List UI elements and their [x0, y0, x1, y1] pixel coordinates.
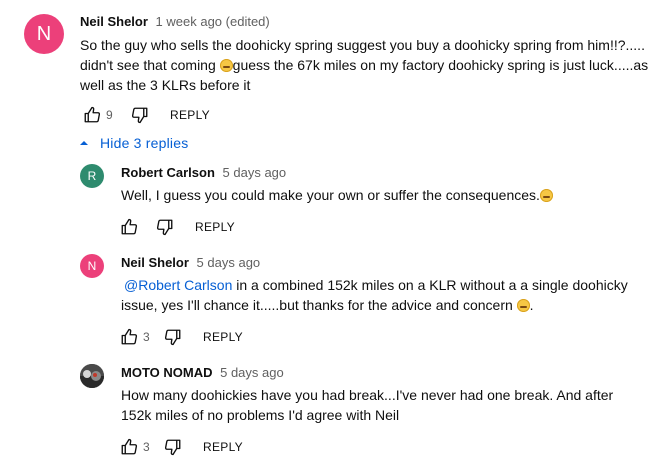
thumbs-down-icon [164, 439, 181, 456]
thumbs-up-icon [121, 218, 138, 235]
grinning-emoji-icon [539, 189, 553, 202]
hide-replies-button[interactable]: Hide 3 replies [78, 133, 188, 153]
thumbs-up-icon [84, 106, 101, 123]
timestamp[interactable]: 5 days ago [220, 365, 284, 380]
reply-button[interactable]: REPLY [195, 220, 235, 234]
laughing-emoji-icon [219, 59, 233, 72]
like-button[interactable] [117, 435, 141, 459]
comment-text: How many doohickies have you had break..… [121, 387, 614, 423]
like-count: 3 [143, 440, 150, 454]
dislike-button[interactable] [161, 435, 185, 459]
timestamp[interactable]: 5 days ago [197, 255, 261, 270]
author-name[interactable]: Robert Carlson [121, 165, 215, 180]
dislike-button[interactable] [153, 215, 177, 239]
comment-actions: 9 REPLY [80, 103, 210, 127]
comment-header: Neil Shelor 1 week ago (edited) [80, 14, 270, 30]
like-button[interactable] [117, 215, 141, 239]
like-button[interactable] [117, 325, 141, 349]
timestamp[interactable]: 5 days ago [223, 165, 287, 180]
mention-link[interactable]: @Robert Carlson [124, 277, 232, 293]
comment-actions: REPLY [117, 215, 235, 239]
grinning-emoji-icon [516, 299, 530, 312]
chevron-up-icon [80, 141, 88, 145]
thumbs-up-icon [121, 328, 138, 345]
author-name[interactable]: Neil Shelor [80, 14, 148, 29]
thumbs-up-icon [121, 438, 138, 455]
comment-text: @Robert Carlson in a combined 152k miles… [121, 277, 628, 313]
comment-header: Robert Carlson 5 days ago [121, 165, 286, 181]
avatar[interactable] [80, 364, 104, 388]
avatar[interactable]: N [24, 14, 64, 54]
reply-button[interactable]: REPLY [203, 330, 243, 344]
thumbs-down-icon [156, 219, 173, 236]
timestamp[interactable]: 1 week ago (edited) [156, 14, 270, 29]
comment-header: Neil Shelor 5 days ago [121, 255, 260, 271]
reply-button[interactable]: REPLY [170, 108, 210, 122]
comment-actions: 3 REPLY [117, 325, 243, 349]
dislike-button[interactable] [128, 103, 152, 127]
like-button[interactable] [80, 103, 104, 127]
dislike-button[interactable] [161, 325, 185, 349]
comment-actions: 3 REPLY [117, 435, 243, 459]
channel-photo-icon [80, 364, 104, 388]
hide-replies-label: Hide 3 replies [100, 135, 189, 151]
reply-button[interactable]: REPLY [203, 440, 243, 454]
avatar[interactable]: R [80, 164, 104, 188]
avatar[interactable]: N [80, 254, 104, 278]
author-name[interactable]: MOTO NOMAD [121, 365, 212, 380]
like-count: 9 [106, 108, 113, 122]
comment-text: So the guy who sells the doohicky spring… [80, 37, 649, 93]
author-name[interactable]: Neil Shelor [121, 255, 189, 270]
thumbs-down-icon [131, 107, 148, 124]
thumbs-down-icon [164, 329, 181, 346]
comment-header: MOTO NOMAD 5 days ago [121, 365, 284, 381]
like-count: 3 [143, 330, 150, 344]
comment-text: Well, I guess you could make your own or… [121, 185, 651, 205]
